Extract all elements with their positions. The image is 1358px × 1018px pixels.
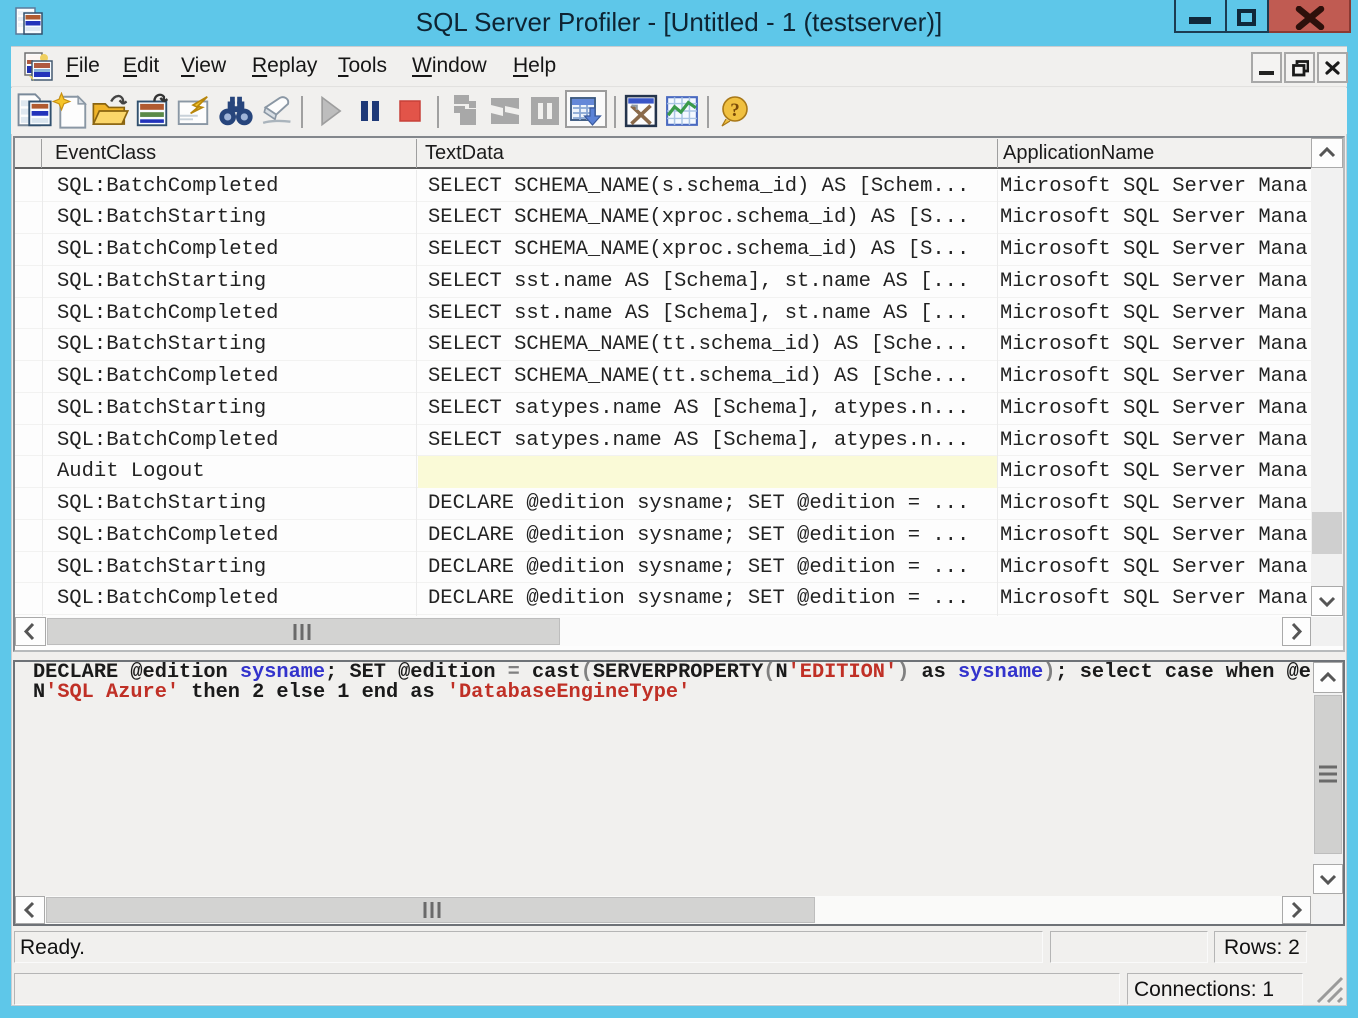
svg-text:?: ? xyxy=(730,100,740,121)
